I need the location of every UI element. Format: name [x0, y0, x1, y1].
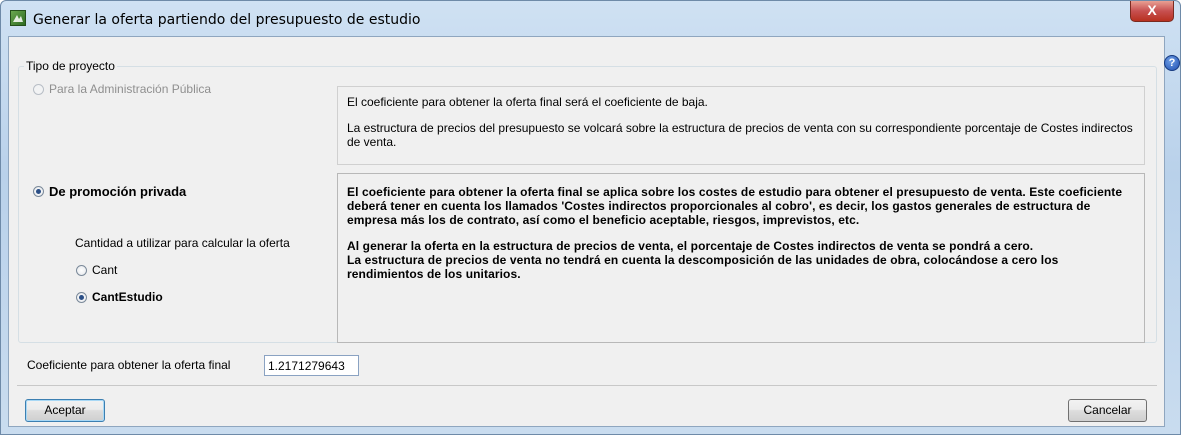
quantity-prompt: Cantidad a utilizar para calcular la ofe… — [75, 236, 290, 250]
radio-admin-publica-label: Para la Administración Pública — [49, 82, 212, 96]
radio-promocion-privada[interactable] — [33, 186, 44, 197]
cancel-button[interactable]: Cancelar — [1068, 399, 1147, 422]
coefficient-input[interactable] — [264, 355, 359, 376]
window-title: Generar la oferta partiendo del presupue… — [33, 12, 421, 28]
help-icon[interactable]: ? — [1164, 55, 1180, 71]
accept-button[interactable]: Aceptar — [25, 399, 105, 422]
close-button[interactable]: X — [1130, 1, 1174, 22]
divider — [17, 385, 1157, 386]
private-info-paragraph-1: El coeficiente para obtener la oferta fi… — [347, 185, 1123, 227]
private-info-paragraph-3: La estructura de precios de venta no ten… — [347, 253, 1059, 281]
admin-info-box: El coeficiente para obtener la oferta fi… — [337, 86, 1145, 165]
private-info-box: El coeficiente para obtener la oferta fi… — [337, 173, 1145, 343]
app-icon — [10, 10, 26, 26]
private-info-paragraph-2: Al generar la oferta en la estructura de… — [347, 239, 1034, 253]
project-type-group-title: Tipo de proyecto — [24, 59, 117, 73]
radio-admin-publica[interactable] — [33, 84, 44, 95]
title-bar[interactable]: Generar la oferta partiendo del presupue… — [1, 1, 1180, 37]
admin-info-line-2: La estructura de precios del presupuesto… — [347, 121, 1133, 149]
coefficient-label: Coeficiente para obtener la oferta final — [27, 358, 231, 372]
radio-cant-estudio[interactable] — [76, 292, 87, 303]
radio-cant-label: Cant — [92, 263, 118, 277]
radio-promocion-privada-label: De promoción privada — [49, 184, 187, 199]
admin-info-line-1: El coeficiente para obtener la oferta fi… — [347, 95, 708, 109]
close-icon: X — [1147, 2, 1157, 18]
radio-cant-estudio-label: CantEstudio — [92, 290, 163, 304]
radio-cant[interactable] — [76, 265, 87, 276]
